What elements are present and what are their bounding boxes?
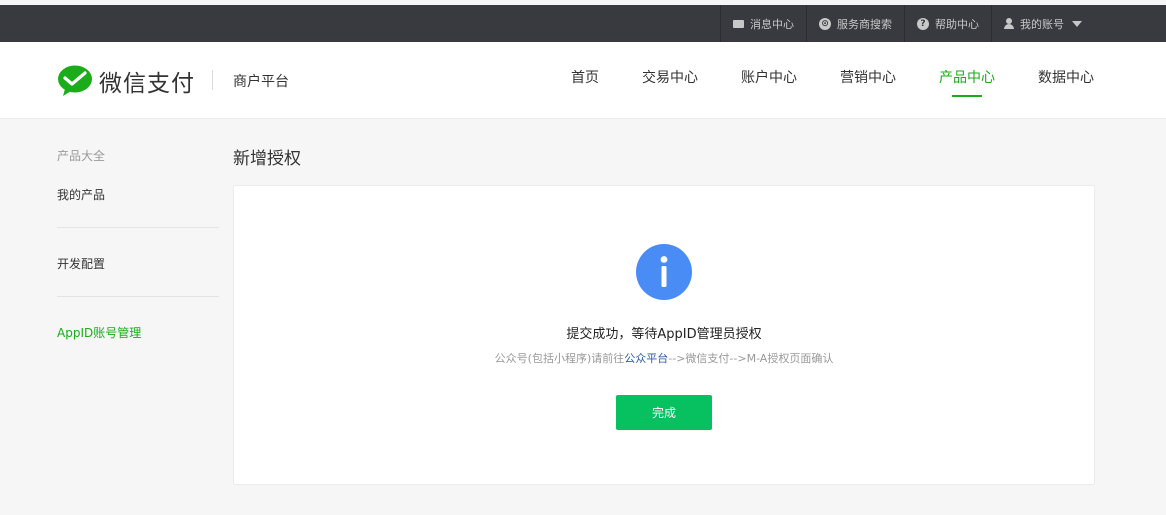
user-icon — [1004, 18, 1014, 29]
result-title: 提交成功，等待AppID管理员授权 — [566, 327, 762, 342]
nav-home[interactable]: 首页 — [571, 42, 599, 119]
main-nav: 首页 交易中心 账户中心 营销中心 产品中心 数据中心 — [528, 42, 1094, 119]
top-bar-links: 消息中心 ⊙ 服务商搜索 ? 帮助中心 我的账号 — [720, 5, 1094, 42]
result-description: 公众号(包括小程序)请前往公众平台-->微信支付-->M-A授权页面确认 — [234, 350, 1094, 366]
search-circle-icon: ⊙ — [819, 17, 831, 30]
platform-name: 商户平台 — [233, 74, 289, 90]
logo[interactable]: 微信支付 — [57, 64, 195, 98]
result-desc-before: 公众号(包括小程序)请前往 — [494, 352, 625, 365]
nav-account-center[interactable]: 账户中心 — [741, 42, 797, 119]
sidebar-item-dev-config[interactable]: 开发配置 — [57, 255, 105, 272]
caret-down-icon — [1072, 20, 1082, 27]
sidebar-divider — [57, 296, 219, 297]
result-card: 提交成功，等待AppID管理员授权 公众号(包括小程序)请前往公众平台-->微信… — [233, 185, 1095, 485]
nav-data-center[interactable]: 数据中心 — [1038, 42, 1094, 119]
mail-icon — [733, 19, 744, 28]
wechat-pay-logo-icon — [58, 65, 92, 96]
public-platform-link[interactable]: 公众平台 — [624, 352, 668, 365]
help-icon: ? — [917, 17, 929, 30]
sidebar-divider — [57, 227, 219, 228]
my-account-label: 我的账号 — [1020, 17, 1064, 31]
result-desc-after: -->微信支付-->M-A授权页面确认 — [668, 352, 834, 365]
top-bar: 消息中心 ⊙ 服务商搜索 ? 帮助中心 我的账号 — [0, 5, 1166, 42]
provider-search-label: 服务商搜索 — [837, 17, 892, 31]
logo-text: 微信支付 — [99, 71, 195, 97]
header: 微信支付 商户平台 首页 交易中心 账户中心 营销中心 产品中心 数据中心 — [0, 42, 1166, 119]
page-title: 新增授权 — [233, 149, 301, 169]
message-center-label: 消息中心 — [750, 17, 794, 31]
help-center-label: 帮助中心 — [935, 17, 979, 31]
my-account-menu[interactable]: 我的账号 — [991, 5, 1094, 42]
nav-trade-center[interactable]: 交易中心 — [642, 42, 698, 119]
nav-marketing-center[interactable]: 营销中心 — [840, 42, 896, 119]
sidebar-item-my-products[interactable]: 我的产品 — [57, 186, 105, 203]
provider-search-link[interactable]: ⊙ 服务商搜索 — [806, 5, 904, 42]
done-button[interactable]: 完成 — [616, 395, 712, 430]
nav-product-center[interactable]: 产品中心 — [939, 42, 995, 119]
sidebar-item-appid-management[interactable]: AppID账号管理 — [57, 324, 141, 341]
help-center-link[interactable]: ? 帮助中心 — [904, 5, 991, 42]
info-icon — [636, 244, 692, 300]
sidebar-heading: 产品大全 — [57, 149, 106, 163]
logo-divider — [212, 70, 213, 90]
message-center-link[interactable]: 消息中心 — [720, 5, 806, 42]
